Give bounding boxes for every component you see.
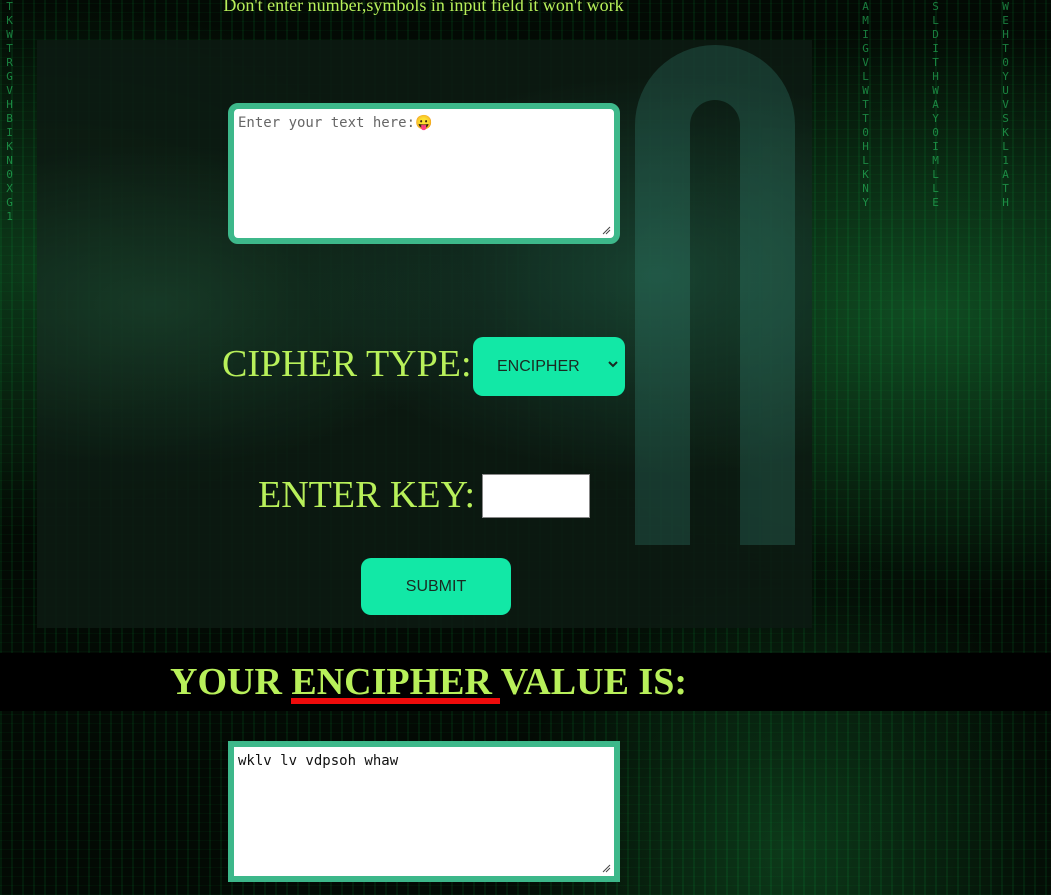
mode-underline	[291, 698, 500, 704]
warning-message: Don't enter number,symbols in input fiel…	[223, 0, 624, 15]
text-input-placeholder: Enter your text here:	[238, 115, 416, 131]
text-input-area[interactable]: Enter your text here:😛	[228, 103, 620, 244]
cipher-type-select[interactable]: ENCIPHER	[473, 337, 625, 396]
key-input[interactable]	[482, 474, 590, 518]
tongue-emoji-icon: 😛	[415, 115, 433, 131]
submit-button[interactable]: SUBMIT	[361, 558, 511, 615]
cipher-type-selected-value: ENCIPHER	[497, 357, 580, 375]
cipher-type-label: CIPHER TYPE:	[222, 343, 472, 385]
enter-key-label: ENTER KEY:	[258, 474, 476, 516]
output-text-area[interactable]: wklv lv vdpsoh whaw	[228, 741, 620, 882]
matrix-rain-right-2: SLDITHWAY0IMLLE	[929, 0, 942, 210]
padlock-graphic	[635, 45, 795, 545]
resize-grip-icon[interactable]	[601, 225, 611, 235]
result-heading-suffix: VALUE IS:	[500, 661, 687, 703]
result-mode: ENCIPHER	[291, 661, 492, 703]
resize-grip-icon[interactable]	[601, 863, 611, 873]
output-text: wklv lv vdpsoh whaw	[238, 753, 399, 769]
chevron-down-icon	[608, 361, 618, 368]
matrix-rain-right: AMIGVLWTT0HLKNY	[859, 0, 872, 210]
result-mode-wrapper: ENCIPHER	[291, 660, 500, 704]
result-heading: YOUR ENCIPHER VALUE IS:	[170, 660, 687, 704]
result-heading-prefix: YOUR	[170, 661, 282, 703]
matrix-rain-right-3: WEHT0YUVSKL1ATH	[999, 0, 1012, 210]
matrix-rain-left: TKWTRGVHBIKN0XG1	[3, 0, 16, 224]
